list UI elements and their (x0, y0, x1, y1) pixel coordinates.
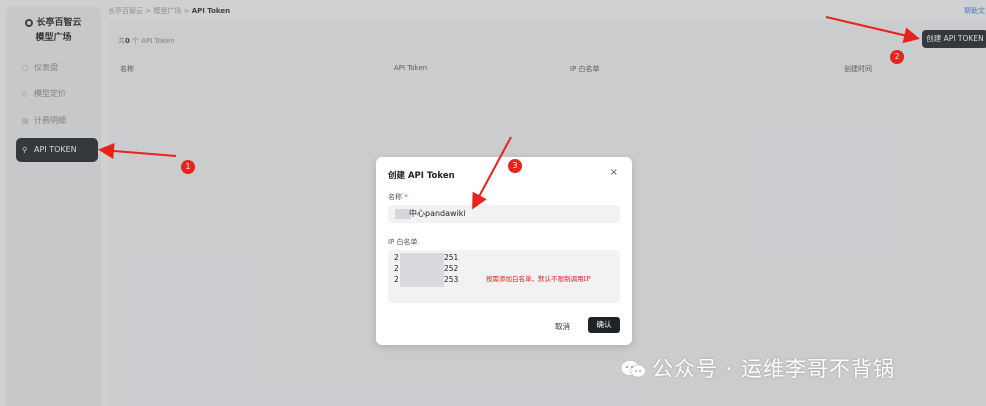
ip-prefix: 2 (394, 253, 399, 262)
confirm-button[interactable]: 确认 (588, 317, 620, 333)
cancel-button[interactable]: 取消 (555, 321, 570, 332)
ip-line: 2 251 (394, 253, 458, 262)
create-token-dialog: 创建 API Token × 名称 * 中心pandawiki IP 白名单 2… (376, 157, 632, 345)
name-input[interactable]: 中心pandawiki (388, 205, 620, 223)
name-label-text: 名称 (388, 193, 402, 201)
ip-suffix: 253 (444, 275, 459, 284)
ip-line: 2 253 (394, 275, 458, 284)
annotation-badge-2: 2 (890, 50, 904, 64)
wechat-icon (620, 360, 646, 378)
watermark: 公众号 · 运维李哥不背锅 (620, 353, 895, 383)
ip-prefix: 2 (394, 264, 399, 273)
required-mark: * (404, 193, 408, 201)
annotation-badge-1: 1 (181, 160, 195, 174)
name-label: 名称 * (388, 192, 408, 202)
redacted-block (400, 253, 444, 287)
dialog-title: 创建 API Token (388, 171, 455, 181)
close-icon[interactable]: × (610, 167, 618, 178)
annotation-badge-3: 3 (508, 159, 522, 173)
ip-line: 2 252 (394, 264, 458, 273)
ip-whitelist-label: IP 白名单 (388, 238, 418, 246)
ip-whitelist-textarea[interactable]: 2 251 2 252 2 253 按需添加白名单，默认不限制调用IP (388, 250, 620, 303)
name-input-value: 中心pandawiki (409, 209, 466, 218)
ip-prefix: 2 (394, 275, 399, 284)
ip-hint-annotation: 按需添加白名单，默认不限制调用IP (486, 275, 591, 283)
ip-suffix: 251 (444, 253, 459, 262)
watermark-text: 公众号 · 运维李哥不背锅 (652, 357, 896, 381)
ip-suffix: 252 (444, 264, 459, 273)
